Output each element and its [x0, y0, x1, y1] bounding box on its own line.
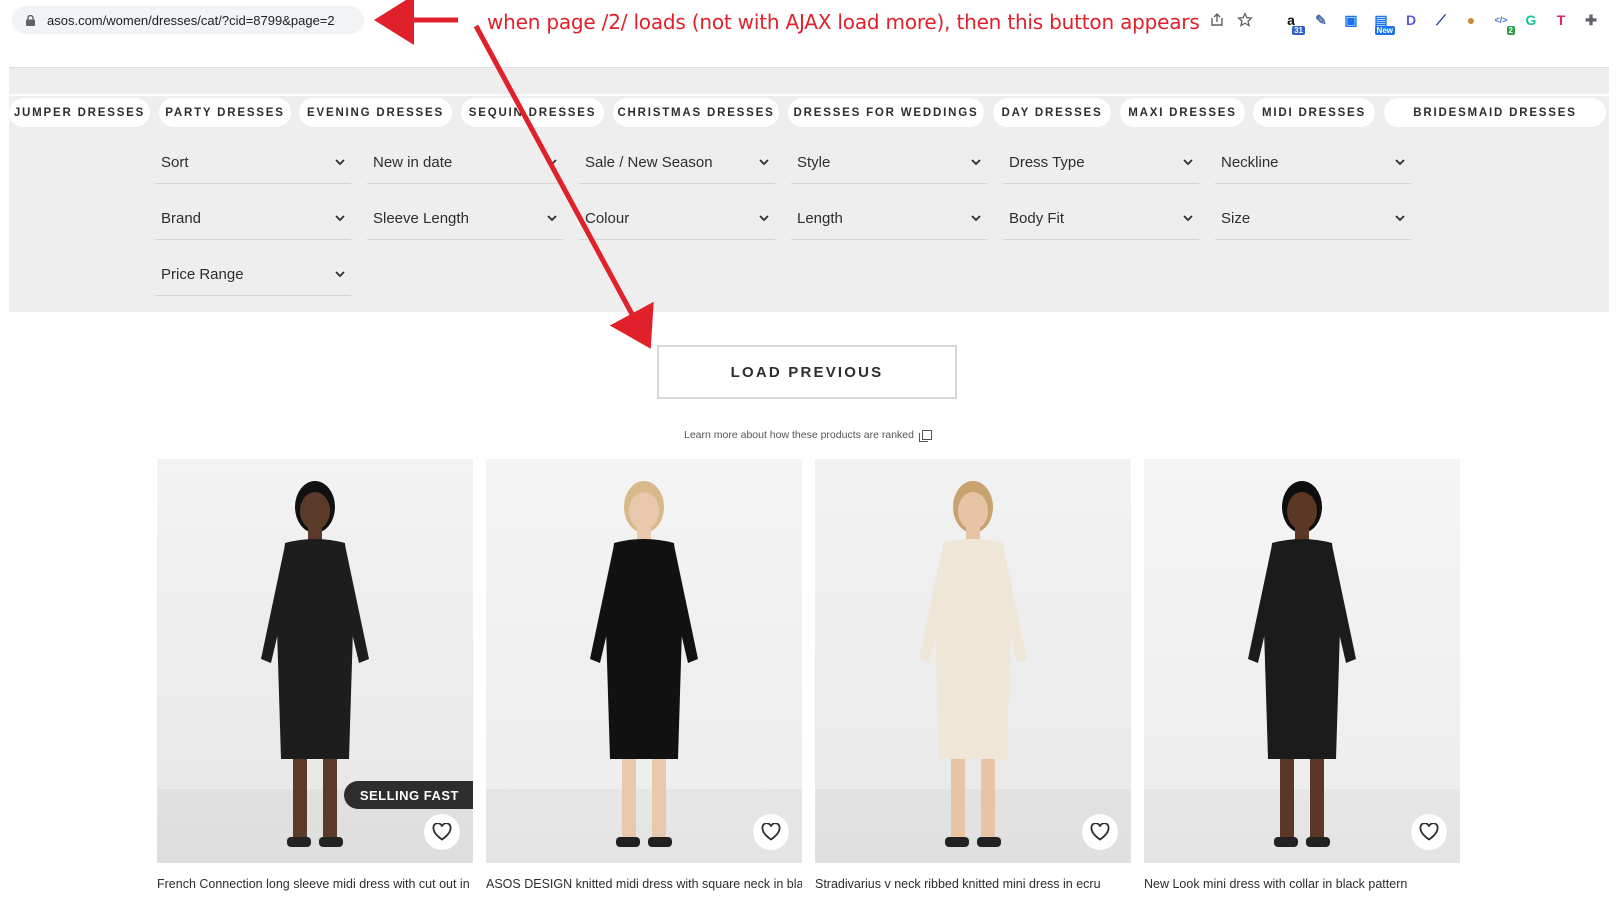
bookmark-star-icon[interactable] — [1235, 10, 1255, 30]
d-icon[interactable]: D — [1401, 10, 1421, 30]
grammarly-icon[interactable]: G — [1521, 10, 1541, 30]
filter-dropdown[interactable]: New in date — [367, 142, 563, 184]
lock-icon — [26, 14, 35, 26]
external-link-icon — [918, 430, 932, 442]
annotation-note: when page /2/ loads (not with AJAX load … — [487, 10, 1200, 34]
category-pill[interactable]: EVENING DRESSES — [299, 98, 452, 127]
filter-label: Length — [797, 210, 843, 227]
extension-badge: 2 — [1506, 26, 1515, 35]
filter-dropdown[interactable]: Body Fit — [1003, 198, 1199, 240]
category-pill[interactable]: JUMPER DRESSES — [9, 98, 150, 127]
extension-badge: 31 — [1292, 26, 1305, 35]
filter-panel: Sort New in date Sale / New Season Style Dre… — [9, 134, 1609, 312]
product-title[interactable]: ASOS DESIGN knitted midi dress with squa… — [486, 875, 802, 893]
ranking-info[interactable]: Learn more about how these products are … — [684, 429, 932, 442]
chevron-down-icon — [971, 159, 981, 166]
new-icon[interactable]: ▤ New — [1371, 10, 1395, 35]
amazon-icon[interactable]: a 31 — [1281, 10, 1305, 35]
filter-label: Neckline — [1221, 154, 1279, 171]
tab-icon[interactable]: ▣ — [1341, 10, 1361, 30]
filter-dropdown[interactable]: Colour — [579, 198, 775, 240]
header-strip — [9, 68, 1609, 94]
category-pill[interactable]: SEQUIN DRESSES — [461, 98, 604, 127]
chevron-down-icon — [759, 215, 769, 222]
chevron-down-icon — [759, 159, 769, 166]
extension-badge: New — [1374, 26, 1395, 35]
model-figure — [590, 481, 698, 847]
product-title[interactable]: Stradivarius v neck ribbed knitted mini … — [815, 875, 1131, 893]
chevron-down-icon — [547, 159, 557, 166]
chevron-down-icon — [335, 159, 345, 166]
filter-label: Sort — [161, 154, 189, 171]
chevron-down-icon — [1395, 159, 1405, 166]
chevron-down-icon — [1183, 215, 1193, 222]
filter-dropdown[interactable]: Neckline — [1215, 142, 1411, 184]
filter-label: Colour — [585, 210, 630, 227]
filter-label: New in date — [373, 154, 453, 171]
chevron-down-icon — [1395, 215, 1405, 222]
filter-dropdown[interactable]: Size — [1215, 198, 1411, 240]
filter-label: Style — [797, 154, 831, 171]
product-title[interactable]: New Look mini dress with collar in black… — [1144, 875, 1460, 893]
save-heart-icon[interactable] — [753, 814, 789, 850]
product-title[interactable]: French Connection long sleeve midi dress… — [157, 875, 473, 893]
load-previous-button[interactable]: LOAD PREVIOUS — [657, 345, 957, 399]
product-card[interactable]: SELLING FAST French Connection long sleev… — [157, 459, 473, 893]
share-icon[interactable] — [1207, 10, 1227, 30]
category-pills: JUMPER DRESSES PARTY DRESSES EVENING DRESS… — [9, 96, 1609, 136]
filter-dropdown[interactable]: Price Range — [155, 254, 351, 296]
model-figure — [1248, 481, 1356, 847]
category-pill[interactable]: MIDI DRESSES — [1253, 98, 1375, 127]
chevron-down-icon — [1183, 159, 1193, 166]
save-heart-icon[interactable] — [1082, 814, 1118, 850]
filter-label: Body Fit — [1009, 210, 1065, 227]
t-icon[interactable]: T — [1551, 10, 1571, 30]
chevron-down-icon — [335, 271, 345, 278]
code-icon[interactable]: </> 2 — [1491, 10, 1515, 35]
filter-label: Sale / New Season — [585, 154, 713, 171]
product-image[interactable]: SELLING FAST — [157, 459, 473, 863]
browser-actions: a 31 ✎ ▣ ▤ New D ⟋ ● </> 2 G T ✚ — [1207, 8, 1601, 35]
filter-dropdown[interactable]: Sort — [155, 142, 351, 184]
url-text: asos.com/women/dresses/cat/?cid=8799&pag… — [47, 12, 335, 28]
category-pill[interactable]: MAXI DRESSES — [1120, 98, 1245, 127]
product-card[interactable]: New Look mini dress with collar in black… — [1144, 459, 1460, 893]
filter-dropdown[interactable]: Style — [791, 142, 987, 184]
save-heart-icon[interactable] — [424, 814, 460, 850]
product-card[interactable]: ASOS DESIGN knitted midi dress with squa… — [486, 459, 802, 893]
eyedropper-icon[interactable]: ✎ — [1311, 10, 1331, 30]
filter-dropdown[interactable]: Sleeve Length — [367, 198, 563, 240]
chevron-down-icon — [547, 215, 557, 222]
filter-dropdown[interactable]: Sale / New Season — [579, 142, 775, 184]
product-image[interactable] — [486, 459, 802, 863]
filter-label: Sleeve Length — [373, 210, 469, 227]
puzzle-icon[interactable]: ✚ — [1581, 10, 1601, 30]
chevron-down-icon — [971, 215, 981, 222]
product-image[interactable] — [815, 459, 1131, 863]
model-figure — [919, 481, 1027, 847]
browser-toolbar: asos.com/women/dresses/cat/?cid=8799&pag… — [0, 0, 1618, 40]
filter-label: Dress Type — [1009, 154, 1085, 171]
chevron-down-icon — [335, 215, 345, 222]
category-pill[interactable]: CHRISTMAS DRESSES — [613, 98, 779, 127]
filter-label: Brand — [161, 210, 202, 227]
filter-label: Size — [1221, 210, 1251, 227]
filter-dropdown[interactable]: Length — [791, 198, 987, 240]
product-card[interactable]: Stradivarius v neck ribbed knitted mini … — [815, 459, 1131, 893]
address-bar[interactable]: asos.com/women/dresses/cat/?cid=8799&pag… — [12, 6, 364, 34]
ranking-link[interactable]: Learn more about how these products are … — [684, 429, 914, 441]
category-pill[interactable]: PARTY DRESSES — [159, 98, 291, 127]
category-pill[interactable]: DRESSES FOR WEDDINGS — [788, 98, 984, 127]
category-pill[interactable]: DAY DRESSES — [993, 98, 1111, 127]
cookie-icon[interactable]: ● — [1461, 10, 1481, 30]
filter-dropdown[interactable]: Dress Type — [1003, 142, 1199, 184]
filter-label: Price Range — [161, 266, 244, 283]
pen-icon[interactable]: ⟋ — [1431, 10, 1451, 30]
product-image[interactable] — [1144, 459, 1460, 863]
category-pill[interactable]: BRIDESMAID DRESSES — [1384, 98, 1606, 127]
selling-fast-badge: SELLING FAST — [343, 781, 473, 809]
filter-dropdown[interactable]: Brand — [155, 198, 351, 240]
save-heart-icon[interactable] — [1411, 814, 1447, 850]
